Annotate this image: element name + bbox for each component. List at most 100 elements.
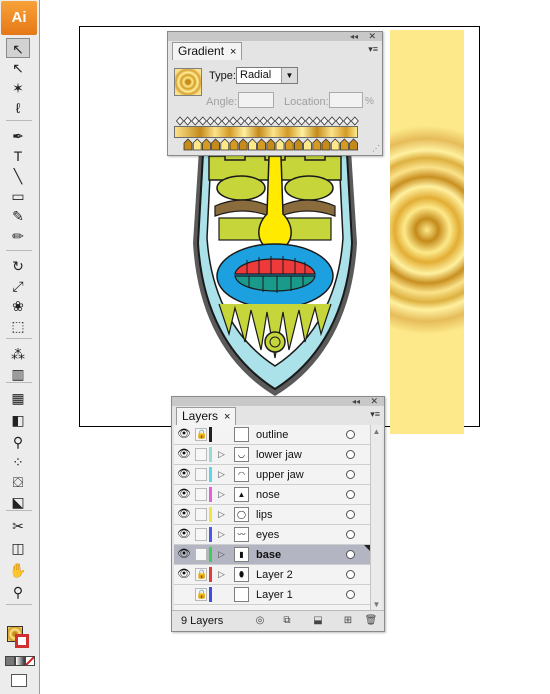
collapse-icon[interactable]: ◂◂ <box>352 398 360 406</box>
lock-toggle[interactable] <box>195 468 207 481</box>
midpoint-diamond[interactable] <box>175 116 185 126</box>
selection-tool[interactable]: ↖ <box>6 38 30 58</box>
target-circle-icon[interactable] <box>346 430 355 439</box>
target-circle-icon[interactable] <box>346 530 355 539</box>
layer-row[interactable]: 👁 🔒 ▷ ⬮ Layer 2 <box>174 565 370 585</box>
midpoint-diamond[interactable] <box>198 116 207 126</box>
gradient-preview-swatch[interactable] <box>174 68 202 96</box>
layer-row[interactable]: 🔒 Layer 1 <box>174 585 370 605</box>
lock-icon[interactable]: 🔒 <box>195 588 207 601</box>
color-stop[interactable] <box>192 138 202 151</box>
live-paint-bucket-tool[interactable]: ⛋ <box>6 472 30 492</box>
angle-input[interactable] <box>238 92 274 108</box>
midpoint-diamond[interactable] <box>297 116 306 126</box>
target-circle-icon[interactable] <box>346 570 355 579</box>
lock-toggle[interactable] <box>195 508 207 521</box>
radial-gradient-rectangle[interactable] <box>390 30 464 434</box>
column-graph-tool[interactable]: ▥ <box>6 364 30 384</box>
layer-name[interactable]: lower jaw <box>256 445 302 465</box>
warp-tool[interactable]: ❀ <box>6 296 30 316</box>
midpoint-diamond[interactable] <box>244 116 253 126</box>
lock-icon[interactable]: 🔒 <box>195 568 207 581</box>
midpoint-diamond[interactable] <box>236 116 245 126</box>
free-transform-tool[interactable]: ⬚ <box>6 316 30 336</box>
visibility-eye-icon[interactable]: 👁 <box>177 428 191 441</box>
layers-scrollbar[interactable]: ▲ ▼ <box>370 425 382 611</box>
midpoint-diamond[interactable] <box>320 116 329 126</box>
screen-mode-button[interactable] <box>11 674 27 687</box>
lock-icon[interactable]: 🔒 <box>195 428 207 441</box>
visibility-eye-icon[interactable]: 👁 <box>177 508 191 521</box>
color-stop[interactable] <box>330 138 340 151</box>
gradient-tool[interactable]: ◧ <box>6 410 30 430</box>
tab-gradient[interactable]: Gradient × <box>172 42 243 60</box>
hand-tool[interactable]: ✋ <box>6 560 30 580</box>
visibility-eye-icon[interactable]: 👁 <box>177 528 191 541</box>
color-stop[interactable] <box>275 138 285 151</box>
live-paint-selection-tool[interactable]: ⬕ <box>6 492 30 512</box>
magic-wand-tool[interactable]: ✶ <box>6 78 30 98</box>
layer-name[interactable]: Layer 1 <box>256 585 293 605</box>
eyedropper-tool[interactable]: ⚲ <box>6 432 30 452</box>
color-stop[interactable] <box>229 138 239 151</box>
midpoint-diamond[interactable] <box>343 116 352 126</box>
expand-triangle-icon[interactable]: ▷ <box>218 508 225 521</box>
scroll-up-icon[interactable]: ▲ <box>371 427 382 436</box>
visibility-eye-icon[interactable]: 👁 <box>177 568 191 581</box>
target-circle-icon[interactable] <box>346 550 355 559</box>
new-sublayer-icon[interactable]: ⬓ <box>311 614 325 628</box>
expand-triangle-icon[interactable]: ▷ <box>218 548 225 561</box>
lock-toggle[interactable] <box>195 488 207 501</box>
tab-close-icon[interactable]: × <box>224 411 230 423</box>
layer-row[interactable]: 👁 ▷ ◯ lips <box>174 505 370 525</box>
midpoint-diamond[interactable] <box>267 116 276 126</box>
midpoint-diamond[interactable] <box>183 116 192 126</box>
fill-stroke-swatch[interactable] <box>6 626 32 650</box>
symbol-sprayer-tool[interactable]: ⁂ <box>6 344 30 364</box>
lock-toggle[interactable] <box>195 528 207 541</box>
midpoint-diamond[interactable] <box>206 116 215 126</box>
make-clipping-mask-icon[interactable]: ⧉ <box>280 614 294 628</box>
collapse-icon[interactable]: ◂◂ <box>350 33 358 41</box>
color-stop[interactable] <box>220 138 230 151</box>
color-stop[interactable] <box>183 138 193 151</box>
location-input[interactable] <box>329 92 363 108</box>
expand-triangle-icon[interactable]: ▷ <box>218 468 225 481</box>
layer-name[interactable]: eyes <box>256 525 279 545</box>
delete-layer-icon[interactable]: 🗑 <box>364 614 378 628</box>
layer-name[interactable]: base <box>256 545 281 565</box>
lock-toggle[interactable] <box>195 548 207 561</box>
color-stop[interactable] <box>284 138 294 151</box>
color-stop[interactable] <box>266 138 276 151</box>
color-mode-icon[interactable] <box>5 656 15 666</box>
midpoint-diamond[interactable] <box>312 116 321 126</box>
layer-row[interactable]: 👁 ▷ ▲ nose <box>174 485 370 505</box>
scale-tool[interactable]: ⤢ <box>6 276 30 296</box>
paintbrush-tool[interactable]: ✎ <box>6 206 30 226</box>
expand-triangle-icon[interactable]: ▷ <box>218 568 225 581</box>
pen-tool[interactable]: ✒ <box>6 126 30 146</box>
blend-tool[interactable]: ⁘ <box>6 452 30 472</box>
layer-name[interactable]: outline <box>256 425 288 445</box>
midpoint-diamond[interactable] <box>350 116 359 126</box>
layer-row[interactable]: 👁 ▷ ◡ lower jaw <box>174 445 370 465</box>
chevron-down-icon[interactable]: ▼ <box>281 68 297 83</box>
type-select[interactable]: Radial ▼ <box>236 67 298 84</box>
panel-menu-icon[interactable]: ▾≡ <box>368 44 378 55</box>
new-layer-icon[interactable]: ⊞ <box>341 614 355 628</box>
target-circle-icon[interactable] <box>346 490 355 499</box>
expand-triangle-icon[interactable]: ▷ <box>218 488 225 501</box>
direct-selection-tool[interactable]: ↖ <box>6 58 30 78</box>
layer-row[interactable]: 👁 🔒 outline <box>174 425 370 445</box>
tab-layers[interactable]: Layers × <box>176 407 237 425</box>
midpoint-diamond[interactable] <box>327 116 337 126</box>
visibility-eye-icon[interactable]: 👁 <box>177 448 191 461</box>
zoom-tool[interactable]: ⚲ <box>6 582 30 602</box>
midpoint-diamond[interactable] <box>213 116 223 126</box>
midpoint-diamond[interactable] <box>251 116 261 126</box>
layers-panel-titlebar[interactable]: ◂◂ ✕ <box>172 397 384 406</box>
gradient-panel-titlebar[interactable]: ◂◂ ✕ <box>168 32 382 41</box>
type-tool[interactable]: T <box>6 146 30 166</box>
slice-tool[interactable]: ✂ <box>6 516 30 536</box>
tab-close-icon[interactable]: × <box>230 46 236 58</box>
